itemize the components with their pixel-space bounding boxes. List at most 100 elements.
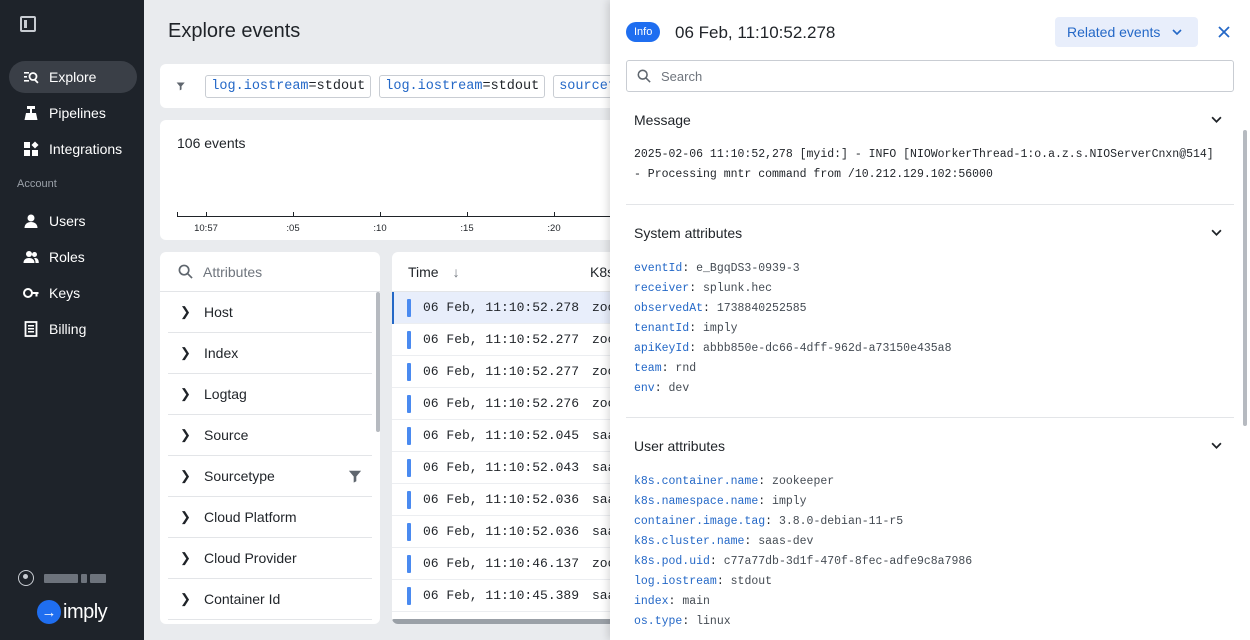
chevron-down-icon[interactable] (1211, 442, 1222, 449)
table-row[interactable]: 06 Feb, 11:10:52.036saa (392, 484, 610, 516)
events-table: Time ↓ K8s 06 Feb, 11:10:52.278zoo 06 Fe… (392, 252, 610, 624)
filter-icon[interactable] (176, 78, 185, 94)
account-menu[interactable] (18, 570, 106, 586)
explore-icon (23, 69, 39, 85)
attribute-row-index[interactable]: ❯ Index (168, 333, 372, 374)
nav-item-pipelines[interactable]: Pipelines (9, 97, 137, 129)
axis-tick (177, 212, 178, 217)
billing-icon (23, 321, 39, 337)
nav-item-keys[interactable]: Keys (9, 277, 137, 309)
attribute-pair: env: dev (634, 382, 690, 395)
attributes-search-placeholder: Attributes (203, 263, 263, 280)
severity-indicator (407, 330, 411, 349)
sidebar-collapse-icon[interactable] (20, 16, 36, 32)
filter-chip[interactable]: log.iostream=stdout (205, 74, 372, 98)
nav-item-billing[interactable]: Billing (9, 313, 137, 345)
chevron-right-icon: ❯ (180, 304, 191, 319)
nav-label: Billing (49, 321, 87, 337)
sidebar: Explore Pipelines Integrations Account U… (0, 0, 144, 640)
chevron-right-icon: ❯ (180, 550, 191, 565)
k8s-column-header[interactable]: K8s (590, 264, 610, 280)
detail-scrollbar[interactable] (1243, 130, 1247, 426)
event-count: 106 events (177, 135, 246, 151)
account-section-label: Account (17, 178, 57, 190)
table-row[interactable]: 06 Feb, 11:10:52.278zoo (392, 292, 610, 324)
main-content: Explore events log.iostream=stdout log.i… (144, 0, 610, 640)
system-attributes-list: eventId: e_BgqDS3-0939-3 receiver: splun… (634, 259, 951, 399)
nav-item-explore[interactable]: Explore (9, 61, 137, 93)
system-attributes-title[interactable]: System attributes (634, 225, 742, 241)
axis-tick-label: :10 (373, 223, 387, 234)
nav-label: Roles (49, 249, 85, 265)
table-row[interactable]: 06 Feb, 11:10:52.045saa (392, 420, 610, 452)
table-row[interactable]: 06 Feb, 11:10:45.389saa (392, 580, 610, 612)
attribute-row-sourcetype[interactable]: ❯ Sourcetype (168, 456, 372, 497)
axis-tick (206, 212, 207, 217)
table-row[interactable]: 06 Feb, 11:10:52.043saa (392, 452, 610, 484)
attributes-list: ❯ Host ❯ Index ❯ Logtag ❯ Source ❯ Sourcetype… (168, 292, 372, 620)
table-row[interactable]: 06 Feb, 11:10:46.137zoo (392, 548, 610, 580)
user-attributes-list: k8s.container.name: zookeeper k8s.namesp… (634, 472, 972, 632)
attribute-pair: index: main (634, 595, 710, 608)
attribute-row-container-id[interactable]: ❯ Container Id (168, 579, 372, 620)
imply-logo: → imply (37, 600, 108, 624)
related-events-button[interactable]: Related events (1055, 17, 1198, 47)
time-column-header[interactable]: Time (408, 264, 439, 280)
attribute-pair: k8s.pod.uid: c77a77db-3d1f-470f-8fec-adf… (634, 555, 973, 568)
message-section-title[interactable]: Message (634, 112, 691, 128)
attribute-row-cloud-platform[interactable]: ❯ Cloud Platform (168, 497, 372, 538)
chevron-down-icon[interactable] (1211, 229, 1222, 236)
message-text: 2025-02-06 11:10:52,278 [myid:] - INFO [… (634, 148, 1214, 181)
attribute-pair: os.type: linux (634, 615, 731, 628)
filter-chip[interactable]: sourcety (553, 74, 610, 98)
search-icon (178, 264, 193, 279)
user-attributes-section: User attributes k8s.container.name: zook… (626, 438, 1234, 640)
detail-search-placeholder: Search (661, 68, 703, 84)
attribute-row-logtag[interactable]: ❯ Logtag (168, 374, 372, 415)
axis-tick (380, 212, 381, 217)
severity-indicator (407, 458, 411, 477)
sort-down-icon[interactable]: ↓ (453, 264, 460, 280)
axis-tick-label: :20 (547, 223, 561, 234)
attribute-pair: eventId: e_BgqDS3-0939-3 (634, 262, 800, 275)
table-row[interactable]: 06 Feb, 11:10:52.036saa (392, 516, 610, 548)
attribute-row-source[interactable]: ❯ Source (168, 415, 372, 456)
attributes-search-input[interactable]: Attributes (160, 252, 380, 292)
axis-tick (554, 212, 555, 217)
attribute-pair: k8s.cluster.name: saas-dev (634, 535, 814, 548)
filter-chip[interactable]: log.iostream=stdout (379, 74, 546, 98)
axis-tick-label: :05 (286, 223, 300, 234)
attribute-row-cloud-provider[interactable]: ❯ Cloud Provider (168, 538, 372, 579)
detail-search-input[interactable]: Search (626, 60, 1234, 92)
logo-arrow-icon: → (37, 600, 61, 624)
user-icon (23, 213, 39, 229)
account-icon (18, 570, 34, 586)
close-icon[interactable] (1214, 22, 1234, 42)
severity-indicator (407, 426, 411, 445)
table-row[interactable]: 06 Feb, 11:10:52.277zoo (392, 324, 610, 356)
table-row[interactable]: 06 Feb, 11:10:52.277zoo (392, 356, 610, 388)
attribute-pair: team: rnd (634, 362, 697, 375)
nav-label: Integrations (49, 141, 123, 157)
chevron-right-icon: ❯ (180, 509, 191, 524)
nav-item-users[interactable]: Users (9, 205, 137, 237)
nav-item-roles[interactable]: Roles (9, 241, 137, 273)
table-horizontal-scrollbar[interactable] (392, 619, 610, 624)
filter-icon[interactable] (348, 469, 362, 483)
user-attributes-title[interactable]: User attributes (634, 438, 725, 454)
integrations-icon (23, 141, 39, 157)
attribute-pair: apiKeyId: abbb850e-dc66-4dff-962d-a73150… (634, 342, 952, 355)
nav-item-integrations[interactable]: Integrations (9, 133, 137, 165)
severity-indicator (407, 394, 411, 413)
roles-icon (23, 249, 39, 265)
event-detail-panel: Info 06 Feb, 11:10:52.278 Related events… (610, 0, 1250, 640)
chevron-down-icon[interactable] (1211, 116, 1222, 123)
attribute-row-host[interactable]: ❯ Host (168, 292, 372, 333)
attributes-scrollbar[interactable] (376, 292, 380, 432)
event-detail-title: 06 Feb, 11:10:52.278 (675, 23, 836, 42)
message-section: Message 2025-02-06 11:10:52,278 [myid:] … (626, 112, 1234, 205)
axis-tick-label: 10:57 (194, 223, 218, 234)
chevron-right-icon: ❯ (180, 427, 191, 442)
nav-label: Keys (49, 285, 81, 301)
table-row[interactable]: 06 Feb, 11:10:52.276zoo (392, 388, 610, 420)
